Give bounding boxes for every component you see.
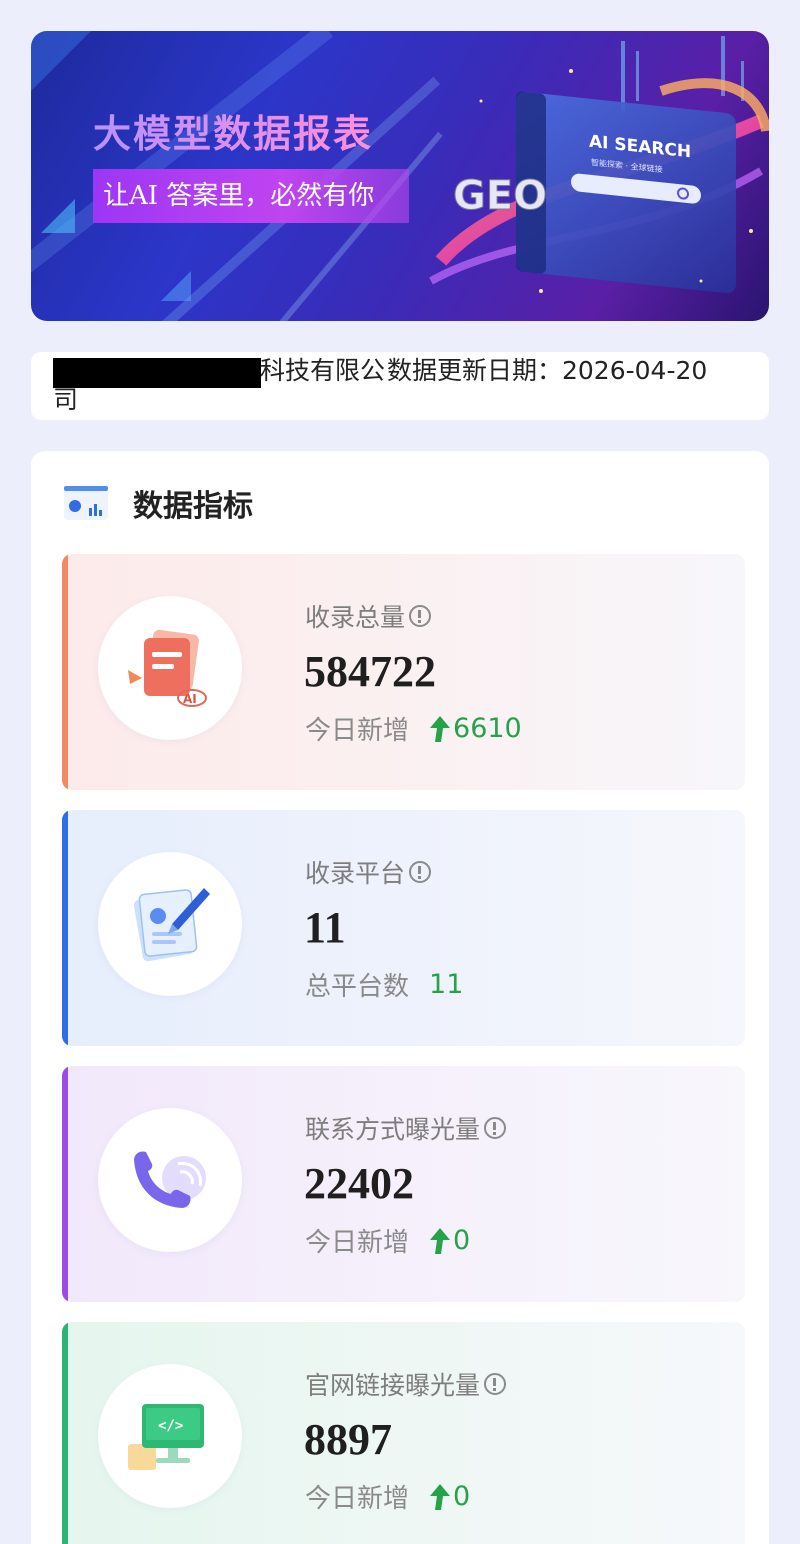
card-value: 11	[304, 903, 346, 952]
card-sub: 总平台数 11	[305, 966, 463, 1003]
redacted-block	[53, 358, 261, 388]
card-label-text: 官网链接曝光量	[305, 1371, 481, 1400]
card-sub: 今日新增 0	[305, 1222, 470, 1259]
card-delta: 6610	[429, 713, 522, 744]
metric-card-website-exposure[interactable]: </> 官网链接曝光量 8897 今日新增 0	[62, 1322, 745, 1544]
banner-triangle	[41, 199, 75, 233]
card-icon-circle	[98, 852, 242, 996]
banner-subtitle: 让AI 答案里，必然有你	[93, 169, 409, 223]
card-sub-label: 总平台数	[305, 972, 410, 1002]
banner-triangle	[161, 271, 191, 301]
geo-text: GEO	[453, 173, 547, 219]
card-label: 收录平台	[305, 854, 432, 890]
banner-ray	[271, 131, 443, 321]
svg-text:</>: </>	[158, 1418, 183, 1434]
banner-triangle	[31, 31, 91, 91]
card-sub-label: 今日新增	[305, 1228, 410, 1258]
ai-document-icon: AI	[128, 629, 207, 707]
card-delta: 0	[429, 1225, 470, 1256]
info-icon[interactable]	[409, 605, 432, 627]
card-label-text: 收录平台	[305, 859, 406, 888]
card-sub: 今日新增 6610	[305, 710, 522, 747]
info-bar: 科技有限公司 数据更新日期：2026-04-20	[31, 352, 769, 420]
phone-icon	[134, 1151, 206, 1208]
card-icon-circle	[98, 1108, 242, 1252]
svg-text:AI: AI	[183, 692, 197, 706]
card-label: 收录总量	[305, 598, 432, 634]
metrics-panel: 数据指标 AI 收录总量 584722 今日新增 6610 收录平台 11 总平…	[31, 451, 769, 1544]
chart-icon	[64, 486, 108, 520]
card-delta-value: 0	[453, 1481, 471, 1512]
info-icon[interactable]	[484, 1117, 507, 1139]
metric-card-contact-exposure[interactable]: 联系方式曝光量 22402 今日新增 0	[62, 1066, 745, 1302]
card-value: 8897	[304, 1415, 392, 1464]
card-accent	[62, 1066, 68, 1302]
card-delta-value: 0	[453, 1225, 471, 1256]
card-label-text: 联系方式曝光量	[305, 1115, 481, 1144]
metrics-title: 数据指标	[133, 489, 253, 524]
update-date: 数据更新日期：2026-04-20	[387, 356, 708, 385]
card-sub-label: 今日新增	[305, 716, 410, 746]
banner-title: 大模型数据报表	[93, 103, 373, 158]
card-label: 官网链接曝光量	[305, 1366, 507, 1402]
arrow-up-icon	[430, 1227, 451, 1254]
card-label-text: 收录总量	[305, 603, 406, 632]
card-accent	[62, 1322, 68, 1544]
card-accent	[62, 554, 68, 790]
code-monitor-icon: </>	[128, 1404, 204, 1470]
metric-card-total-indexed[interactable]: AI 收录总量 584722 今日新增 6610	[62, 554, 745, 790]
metrics-header: 数据指标	[63, 481, 253, 525]
info-icon[interactable]	[409, 861, 432, 883]
info-icon[interactable]	[484, 1373, 507, 1395]
card-delta: 11	[429, 969, 463, 1000]
card-icon-circle: </>	[98, 1364, 242, 1508]
document-pen-icon	[133, 888, 210, 962]
card-delta: 0	[429, 1481, 470, 1512]
card-value: 584722	[304, 647, 436, 696]
metric-card-platforms[interactable]: 收录平台 11 总平台数 11	[62, 810, 745, 1046]
arrow-up-icon	[430, 715, 451, 742]
card-sub: 今日新增 0	[305, 1478, 470, 1515]
card-accent	[62, 810, 68, 1046]
card-value: 22402	[304, 1159, 414, 1208]
banner: 大模型数据报表 让AI 答案里，必然有你 AI SEARCH 智能探索 · 全球…	[31, 31, 769, 321]
ai-search-illustration: AI SEARCH 智能探索 · 全球链接 GEO	[429, 36, 769, 294]
card-icon-circle: AI	[98, 596, 242, 740]
card-sub-label: 今日新增	[305, 1484, 410, 1514]
arrow-up-icon	[430, 1483, 451, 1510]
card-delta-value: 11	[429, 969, 464, 1000]
card-label: 联系方式曝光量	[305, 1110, 507, 1146]
card-delta-value: 6610	[453, 713, 522, 744]
